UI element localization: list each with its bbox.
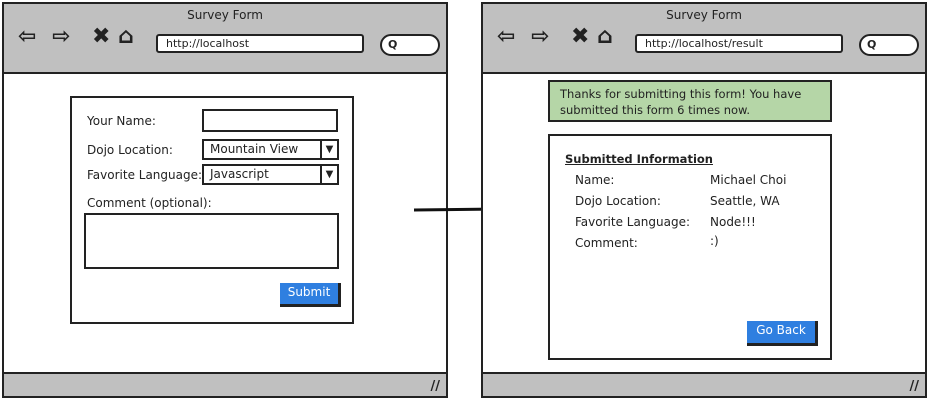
location-label: Dojo Location: — [87, 143, 173, 157]
row-language-label: Favorite Language: — [575, 215, 691, 229]
row-location-label: Dojo Location: — [575, 194, 661, 208]
status-bar: // — [483, 372, 925, 396]
browser-toolbar: Survey Form ⇦ ⇨ ✖ ⌂ http://localhost Q — [4, 4, 446, 74]
row-location-value: Seattle, WA — [710, 194, 780, 208]
success-message: Thanks for submitting this form! You hav… — [548, 80, 832, 122]
search-icon[interactable]: Q — [380, 34, 440, 56]
location-value: Mountain View — [210, 142, 299, 156]
address-bar[interactable]: http://localhost/result — [635, 34, 843, 53]
row-comment-label: Comment: — [575, 236, 638, 250]
comment-textarea[interactable] — [84, 213, 339, 269]
row-name-value: Michael Choi — [710, 173, 787, 187]
close-icon[interactable]: ✖ — [571, 24, 589, 50]
row-language-value: Node!!! — [710, 215, 756, 229]
status-bar: // — [4, 372, 446, 396]
comment-label: Comment (optional): — [87, 196, 212, 210]
back-arrow-icon[interactable]: ⇦ — [497, 24, 515, 50]
submitted-info-panel: Submitted Information Name: Michael Choi… — [548, 134, 832, 360]
browser-window-result: Survey Form ⇦ ⇨ ✖ ⌂ http://localhost/res… — [481, 2, 927, 398]
browser-toolbar: Survey Form ⇦ ⇨ ✖ ⌂ http://localhost/res… — [483, 4, 925, 74]
location-select[interactable]: Mountain View ▼ — [202, 139, 339, 160]
name-input[interactable] — [202, 109, 338, 132]
name-label: Your Name: — [87, 114, 156, 128]
submit-button[interactable]: Submit — [280, 283, 341, 307]
window-title: Survey Form — [187, 8, 263, 22]
forward-arrow-icon[interactable]: ⇨ — [531, 24, 549, 50]
back-arrow-icon[interactable]: ⇦ — [18, 24, 36, 50]
close-icon[interactable]: ✖ — [92, 24, 110, 50]
chevron-down-icon[interactable]: ▼ — [320, 141, 337, 158]
home-icon[interactable]: ⌂ — [118, 24, 134, 50]
address-bar[interactable]: http://localhost — [156, 34, 364, 53]
survey-form: Your Name: Dojo Location: Mountain View ▼… — [70, 96, 354, 324]
go-back-button[interactable]: Go Back — [747, 321, 818, 346]
language-label: Favorite Language: — [87, 168, 203, 182]
forward-arrow-icon[interactable]: ⇨ — [52, 24, 70, 50]
chevron-down-icon[interactable]: ▼ — [320, 166, 337, 183]
resize-grip-icon[interactable]: // — [431, 379, 441, 394]
search-icon[interactable]: Q — [859, 34, 919, 56]
browser-window-form: Survey Form ⇦ ⇨ ✖ ⌂ http://localhost Q Y… — [2, 2, 448, 398]
submitted-heading: Submitted Information — [565, 152, 713, 166]
row-name-label: Name: — [575, 173, 615, 187]
row-comment-value: :) — [710, 234, 719, 248]
resize-grip-icon[interactable]: // — [910, 379, 920, 394]
language-value: Javascript — [210, 167, 269, 181]
language-select[interactable]: Javascript ▼ — [202, 164, 339, 185]
window-title: Survey Form — [666, 8, 742, 22]
home-icon[interactable]: ⌂ — [597, 24, 613, 50]
